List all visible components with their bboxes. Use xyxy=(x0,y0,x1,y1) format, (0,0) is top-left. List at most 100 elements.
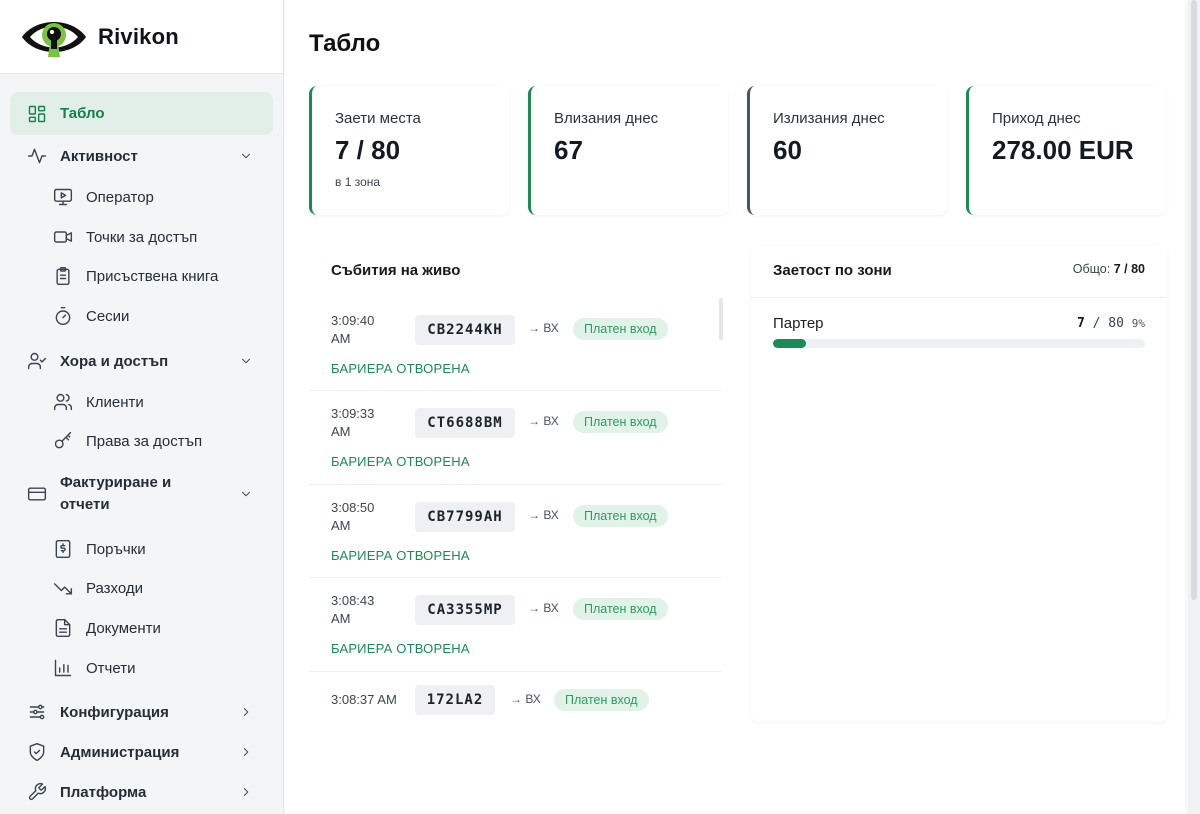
zone-occupancy-panel: Заетост по зони Общо: 7 / 80 Партер 7 / … xyxy=(751,245,1167,722)
live-events-title: Събития на живо xyxy=(331,262,461,279)
license-plate: CB7799AH xyxy=(415,502,515,532)
kpi-label: Приход днес xyxy=(992,110,1081,127)
file-text-icon xyxy=(52,617,74,639)
sidebar-item-label: Права за достъп xyxy=(86,432,203,450)
sidebar-item-administration[interactable]: Администрация xyxy=(10,732,273,772)
key-icon xyxy=(52,430,74,452)
event-row[interactable]: 3:08:50 AM CB7799AH → ВХ Платен вход БАР… xyxy=(309,485,721,578)
sidebar-item-reports[interactable]: Отчети xyxy=(10,649,273,687)
wrench-icon xyxy=(26,781,48,803)
kpi-value: 60 xyxy=(773,135,802,165)
event-tag: Платен вход xyxy=(573,598,668,620)
sidebar-item-dashboard[interactable]: Табло xyxy=(10,92,273,135)
sidebar-item-expenses[interactable]: Разходи xyxy=(10,569,273,607)
chevron-down-icon[interactable] xyxy=(239,487,253,501)
event-time: 3:08:37 AM xyxy=(331,692,397,707)
kpi-card-entries: Влизания днес 67 xyxy=(528,86,728,215)
page-scrollbar[interactable] xyxy=(1188,0,1200,814)
shield-icon xyxy=(26,741,48,763)
kpi-label: Влизания днес xyxy=(554,110,659,127)
event-row[interactable]: 3:09:33 AM CT6688BM → ВХ Платен вход БАР… xyxy=(309,391,721,485)
sidebar-item-access-rights[interactable]: Права за достъп xyxy=(10,422,273,460)
event-tag: Платен вход xyxy=(573,411,668,433)
sliders-icon xyxy=(26,701,48,723)
main-content: Табло Заети места 7 / 80 в 1 зона Влизан… xyxy=(285,0,1185,814)
sidebar-item-operator[interactable]: Оператор xyxy=(10,178,273,216)
live-events-list[interactable]: 3:09:40 AM CB2244KH → ВХ Платен вход БАР… xyxy=(309,298,721,722)
license-plate: CT6688BM xyxy=(415,408,515,438)
credit-card-icon xyxy=(26,483,48,505)
zone-occupied: 7 xyxy=(1076,316,1085,331)
sidebar-item-label: Поръчки xyxy=(86,540,146,558)
kpi-card-revenue: Приход днес 278.00 EUR xyxy=(966,86,1166,215)
zones-total-value: 7 / 80 xyxy=(1113,262,1145,276)
sidebar-item-label: Табло xyxy=(60,105,105,122)
license-plate: CB2244KH xyxy=(415,315,515,345)
trending-down-icon xyxy=(52,577,74,599)
event-result: БАРИЕРА ОТВОРЕНА xyxy=(331,361,470,376)
chevron-right-icon[interactable] xyxy=(239,745,253,759)
kpi-subtext: в 1 зона xyxy=(335,175,381,189)
event-row[interactable]: 3:08:37 AM 172LA2 → ВХ Платен вход xyxy=(309,672,721,722)
event-direction: → ВХ xyxy=(528,508,559,522)
zone-capacity: 80 xyxy=(1108,316,1124,331)
sidebar-item-sessions[interactable]: Сесии xyxy=(10,297,273,335)
kpi-value: 67 xyxy=(554,135,583,165)
sidebar-item-label: Документи xyxy=(86,619,161,637)
chevron-down-icon[interactable] xyxy=(239,354,253,368)
camera-icon xyxy=(52,226,74,248)
sidebar: Rivikon Табло Активност Оператор Точки з… xyxy=(0,0,284,814)
dashboard-icon xyxy=(26,103,48,125)
event-time: 3:09:40 AM xyxy=(331,313,375,346)
receipt-icon xyxy=(52,538,74,560)
kpi-card-exits: Излизания днес 60 xyxy=(747,86,947,215)
sidebar-item-access-points[interactable]: Точки за достъп xyxy=(10,218,273,256)
sidebar-item-platform[interactable]: Платформа xyxy=(10,772,273,812)
bar-chart-icon xyxy=(52,657,74,679)
event-row[interactable]: 3:08:43 AM CA3355MP → ВХ Платен вход БАР… xyxy=(309,578,721,672)
event-tag: Платен вход xyxy=(573,318,668,340)
page-title: Табло xyxy=(309,30,381,57)
zones-total-label: Общо: xyxy=(1072,262,1111,276)
user-check-icon xyxy=(26,350,48,372)
event-time: 3:09:33 AM xyxy=(331,406,375,439)
event-row[interactable]: 3:09:40 AM CB2244KH → ВХ Платен вход БАР… xyxy=(309,298,721,391)
page-scrollbar-thumb[interactable] xyxy=(1191,0,1197,600)
monitor-play-icon xyxy=(52,186,74,208)
chevron-right-icon[interactable] xyxy=(239,785,253,799)
sidebar-item-orders[interactable]: Поръчки xyxy=(10,530,273,568)
brand-name: Rivikon xyxy=(98,23,179,49)
eye-logo-icon xyxy=(22,21,86,57)
event-time: 3:08:43 AM xyxy=(331,593,375,626)
sidebar-item-billing-reports[interactable]: Фактуриране и отчети xyxy=(10,466,273,522)
sidebar-item-documents[interactable]: Документи xyxy=(10,609,273,647)
sidebar-item-clients[interactable]: Клиенти xyxy=(10,383,273,421)
event-tag: Платен вход xyxy=(554,689,649,711)
sidebar-item-label: Оператор xyxy=(86,188,154,206)
event-direction: → ВХ xyxy=(528,321,559,335)
zone-separator: / xyxy=(1092,316,1101,331)
license-plate: 172LA2 xyxy=(415,685,495,715)
sidebar-item-activity[interactable]: Активност xyxy=(10,136,273,176)
event-time: 3:08:50 AM xyxy=(331,500,375,533)
zones-total: Общо: 7 / 80 xyxy=(1073,262,1145,276)
sidebar-item-label: Присъствена книга xyxy=(86,267,219,285)
chevron-right-icon[interactable] xyxy=(239,705,253,719)
chevron-down-icon[interactable] xyxy=(239,149,253,163)
divider xyxy=(751,297,1167,298)
license-plate: CA3355MP xyxy=(415,595,515,625)
sidebar-item-attendance-book[interactable]: Присъствена книга xyxy=(10,257,273,295)
event-result: БАРИЕРА ОТВОРЕНА xyxy=(331,454,470,469)
sidebar-item-label: Разходи xyxy=(86,579,144,597)
events-scrollbar[interactable] xyxy=(719,298,723,340)
sidebar-item-people-access[interactable]: Хора и достъп xyxy=(10,341,273,381)
brand[interactable]: Rivikon xyxy=(0,0,283,74)
sidebar-item-label: Хора и достъп xyxy=(60,352,169,370)
event-result: БАРИЕРА ОТВОРЕНА xyxy=(331,548,470,563)
sidebar-item-label-line2: отчети xyxy=(60,496,110,513)
zone-count: 7 / 80 9% xyxy=(1077,316,1145,331)
timer-icon xyxy=(52,305,74,327)
sidebar-item-label: Администрация xyxy=(60,743,180,761)
sidebar-item-configuration[interactable]: Конфигурация xyxy=(10,692,273,732)
activity-icon xyxy=(26,145,48,167)
